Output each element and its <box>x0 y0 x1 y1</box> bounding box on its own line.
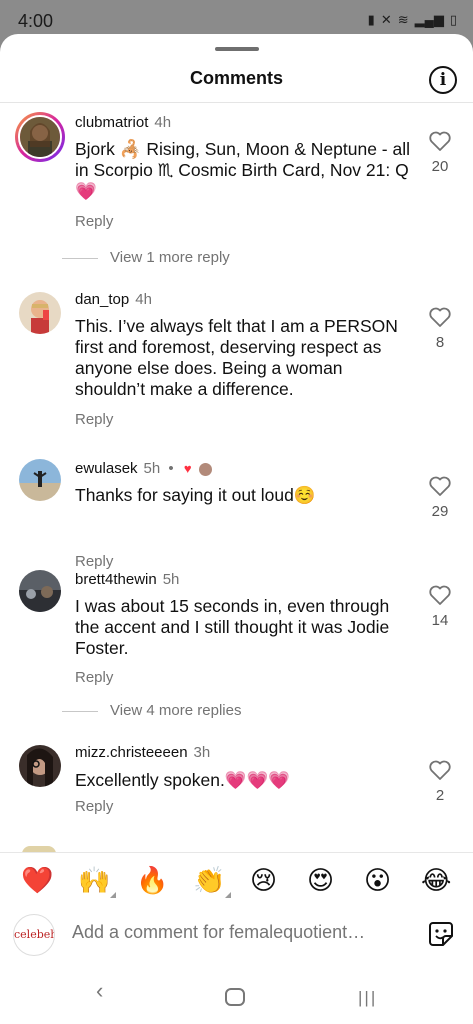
like-button[interactable]: 8 <box>425 306 455 351</box>
info-icon[interactable]: i <box>429 66 457 94</box>
emoji-glyph: 👏 <box>193 866 226 896</box>
reply-button[interactable]: Reply <box>75 553 113 570</box>
comment-text: Bjork 🦂 Rising, Sun, Moon & Neptune - al… <box>75 139 410 201</box>
username[interactable]: ewulasek <box>75 460 138 477</box>
drag-handle[interactable] <box>215 47 259 51</box>
comment-header: ewulasek 5h • ♥ <box>75 460 212 477</box>
battery-icon: ▯ <box>449 12 457 27</box>
avatar[interactable] <box>19 292 61 334</box>
like-button[interactable]: 20 <box>425 130 455 175</box>
username[interactable]: clubmatriot <box>75 114 148 131</box>
like-button[interactable]: 2 <box>425 759 455 804</box>
username[interactable]: brett4thewin <box>75 571 157 588</box>
timestamp: 4h <box>154 114 172 131</box>
reply-button[interactable]: Reply <box>75 213 113 230</box>
avatar-image <box>19 459 61 501</box>
skin-tone-indicator <box>225 892 232 898</box>
signal-icon: ▂▄▆ <box>414 12 444 27</box>
avatar[interactable] <box>19 745 61 787</box>
avatar-image <box>19 292 61 334</box>
view-more-label: View 1 more reply <box>110 249 230 266</box>
view-more-replies[interactable]: View 1 more reply <box>62 249 230 266</box>
avatar[interactable] <box>19 459 61 501</box>
skin-tone-indicator <box>110 892 117 898</box>
emoji-heart-eyes-button[interactable]: 😍 <box>307 866 334 896</box>
emoji-surprised-button[interactable]: 😮 <box>364 866 391 896</box>
wifi-icon: ≋ <box>397 12 409 27</box>
view-more-replies[interactable]: View 4 more replies <box>62 702 241 719</box>
reply-button[interactable]: Reply <box>75 669 113 686</box>
comment-header: clubmatriot 4h <box>75 114 171 131</box>
status-time: 4:00 <box>18 11 54 31</box>
like-count: 8 <box>435 334 445 351</box>
heart-outline-icon <box>429 307 451 327</box>
heart-outline-icon <box>429 760 451 780</box>
creator-avatar-mini <box>198 462 212 476</box>
emoji-heart-button[interactable]: ❤️ <box>21 866 53 896</box>
like-button[interactable]: 14 <box>425 584 455 629</box>
recent-apps-icon[interactable]: ||| <box>358 988 377 1008</box>
emoji-laughing-button[interactable]: 😂 <box>421 866 451 896</box>
comment-composer: celebeh <box>0 912 473 962</box>
heart-outline-icon <box>429 131 451 151</box>
separator-dot: • <box>168 460 174 477</box>
emoji-clap-button[interactable]: 👏 <box>193 866 232 898</box>
comment-header: brett4thewin 5h <box>75 571 179 588</box>
battery-saver-icon: ▮ <box>367 12 375 27</box>
creator-liked-heart-icon: ♥ <box>183 461 192 476</box>
thread-line <box>62 257 98 259</box>
thread-line <box>62 710 98 712</box>
timestamp: 5h <box>143 460 161 477</box>
avatar[interactable] <box>19 570 61 612</box>
back-icon[interactable]: ‹ <box>96 978 103 1004</box>
comment-text: Excellently spoken.💗💗💗 <box>75 770 291 790</box>
like-count: 2 <box>435 787 445 804</box>
avatar-image <box>19 570 61 612</box>
emoji-fire-button[interactable]: 🔥 <box>136 866 168 896</box>
comment-input[interactable] <box>72 922 392 943</box>
current-user-avatar: celebeh <box>13 914 55 956</box>
reply-button[interactable]: Reply <box>75 411 113 428</box>
like-count: 20 <box>431 158 449 175</box>
avatar-image <box>19 745 61 787</box>
username[interactable]: mizz.christeeeen <box>75 744 188 761</box>
like-count: 14 <box>431 612 449 629</box>
header-divider <box>0 102 473 103</box>
home-icon[interactable] <box>225 988 245 1006</box>
emoji-raised-hands-button[interactable]: 🙌 <box>78 866 117 898</box>
view-more-label: View 4 more replies <box>110 702 242 719</box>
username[interactable]: dan_top <box>75 291 129 308</box>
avatar-story-ring[interactable] <box>15 112 65 162</box>
sticker-icon[interactable] <box>427 920 455 948</box>
mute-icon: ✕ <box>380 12 392 27</box>
comment-header: mizz.christeeeen 3h <box>75 744 210 761</box>
comment-text: Thanks for saying it out loud☺️ <box>75 485 316 505</box>
like-button[interactable]: 29 <box>425 475 455 520</box>
status-icons: ▮ ✕ ≋ ▂▄▆ ▯ <box>368 12 457 28</box>
like-count: 29 <box>431 503 449 520</box>
timestamp: 4h <box>135 291 152 308</box>
comment-header: dan_top 4h <box>75 291 152 308</box>
comment-text: I was about 15 seconds in, even through … <box>75 596 390 658</box>
heart-outline-icon <box>429 585 451 605</box>
emoji-glyph: 🙌 <box>78 866 111 896</box>
comment-text: This. I’ve always felt that I am a PERSO… <box>75 316 398 399</box>
sheet-title: Comments <box>189 68 283 88</box>
system-nav-bar: ‹ ||| <box>0 968 473 1024</box>
reply-button[interactable]: Reply <box>75 798 113 815</box>
timestamp: 5h <box>162 571 180 588</box>
avatar <box>20 117 60 157</box>
emoji-quick-bar: ❤️ 🙌 🔥 👏 😢 😍 😮 😂 <box>0 852 473 912</box>
heart-outline-icon <box>429 476 451 496</box>
timestamp: 3h <box>193 744 211 761</box>
emoji-crying-button[interactable]: 😢 <box>250 866 277 896</box>
